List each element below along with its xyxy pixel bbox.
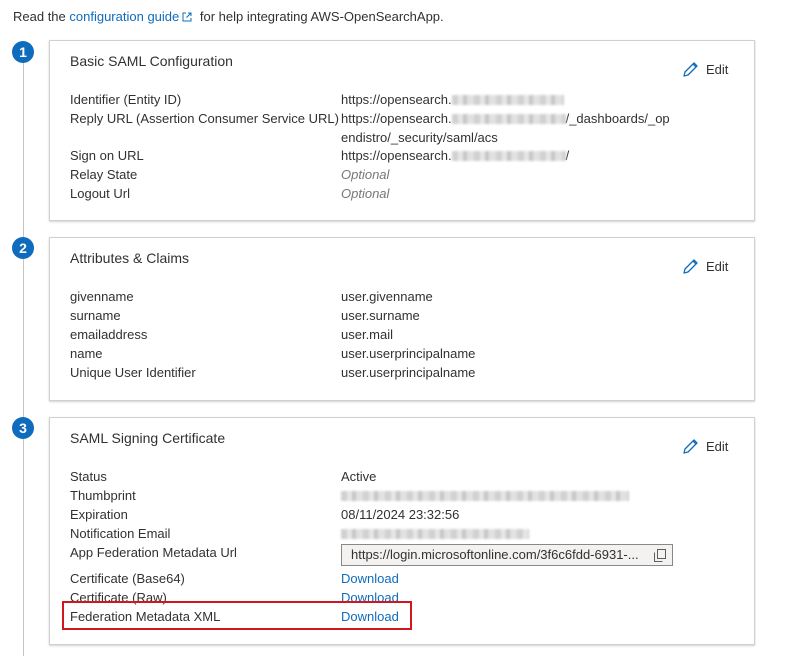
attribute-value: user.userprincipalname: [341, 365, 476, 380]
basic-saml-title: Basic SAML Configuration: [70, 53, 233, 69]
copy-icon[interactable]: [654, 549, 666, 562]
attributes-claims-card: Attributes & Claims Edit givenname user.…: [49, 237, 755, 401]
sign-on-url-value: https://opensearch. /: [341, 148, 570, 163]
metadata-url-label: App Federation Metadata Url: [70, 545, 237, 560]
reply-url-value-cont: endistro/_security/saml/acs: [341, 130, 498, 145]
relay-state-value: Optional: [341, 167, 390, 182]
step-3-badge: 3: [12, 417, 34, 439]
intro-suffix: for help integrating AWS-OpenSearchApp.: [199, 9, 444, 24]
thumbprint-label: Thumbprint: [70, 488, 136, 503]
attributes-claims-title: Attributes & Claims: [70, 250, 190, 266]
attribute-label: surname: [70, 308, 121, 323]
redacted-text: [341, 491, 629, 501]
status-value: Active: [341, 469, 377, 484]
status-label: Status: [70, 469, 107, 484]
sign-on-url-label: Sign on URL: [70, 148, 144, 163]
identifier-value: https://opensearch.: [341, 90, 564, 109]
external-link-icon: [182, 12, 192, 22]
edit-label: Edit: [706, 259, 729, 274]
pencil-icon: [683, 259, 698, 274]
attribute-label: givenname: [70, 289, 134, 304]
intro-text: Read the configuration guide for help in…: [13, 9, 444, 24]
identifier-label: Identifier (Entity ID): [70, 92, 182, 107]
logout-url-label: Logout Url: [70, 186, 130, 201]
certificate-title: SAML Signing Certificate: [70, 430, 226, 446]
attribute-value: user.mail: [341, 327, 394, 342]
step-1-badge: 1: [12, 41, 34, 63]
notification-email-value: [341, 524, 529, 543]
basic-saml-card: Basic SAML Configuration Edit Identifier…: [49, 40, 755, 221]
redacted-text: [451, 151, 566, 161]
redacted-text: [341, 529, 529, 539]
attribute-label: name: [70, 346, 103, 361]
intro-prefix: Read the: [13, 9, 66, 24]
download-base64-link[interactable]: Download: [341, 569, 399, 588]
reply-url-value: https://opensearch./_dashboards/_op: [341, 111, 670, 126]
logout-url-value: Optional: [341, 186, 390, 201]
attributes-edit-button[interactable]: Edit: [682, 258, 728, 275]
redacted-text: [451, 114, 566, 124]
relay-state-label: Relay State: [70, 167, 138, 182]
expiration-value: 08/11/2024 23:32:56: [341, 507, 460, 522]
highlight-box: [62, 601, 412, 630]
configuration-guide-link[interactable]: configuration guide: [69, 9, 179, 24]
expiration-label: Expiration: [70, 507, 128, 522]
metadata-url-value: https://login.microsoftonline.com/3f6c6f…: [351, 547, 639, 562]
metadata-url-field[interactable]: https://login.microsoftonline.com/3f6c6f…: [341, 544, 673, 566]
certificate-edit-button[interactable]: Edit: [682, 438, 728, 455]
attribute-label: emailaddress: [70, 327, 148, 342]
pencil-icon: [683, 62, 698, 77]
edit-label: Edit: [706, 439, 729, 454]
attribute-label: Unique User Identifier: [70, 365, 196, 380]
certificate-base64-label: Certificate (Base64): [70, 571, 185, 586]
redacted-text: [451, 95, 564, 105]
step-2-badge: 2: [12, 237, 34, 259]
attribute-value: user.givenname: [341, 289, 433, 304]
pencil-icon: [683, 439, 698, 454]
reply-url-label: Reply URL (Assertion Consumer Service UR…: [70, 111, 339, 126]
timeline-line: [23, 52, 24, 656]
thumbprint-value: [341, 486, 629, 505]
notification-email-label: Notification Email: [70, 526, 171, 541]
attribute-value: user.surname: [341, 308, 420, 323]
edit-label: Edit: [706, 62, 729, 77]
attribute-value: user.userprincipalname: [341, 346, 476, 361]
basic-saml-edit-button[interactable]: Edit: [682, 61, 728, 78]
